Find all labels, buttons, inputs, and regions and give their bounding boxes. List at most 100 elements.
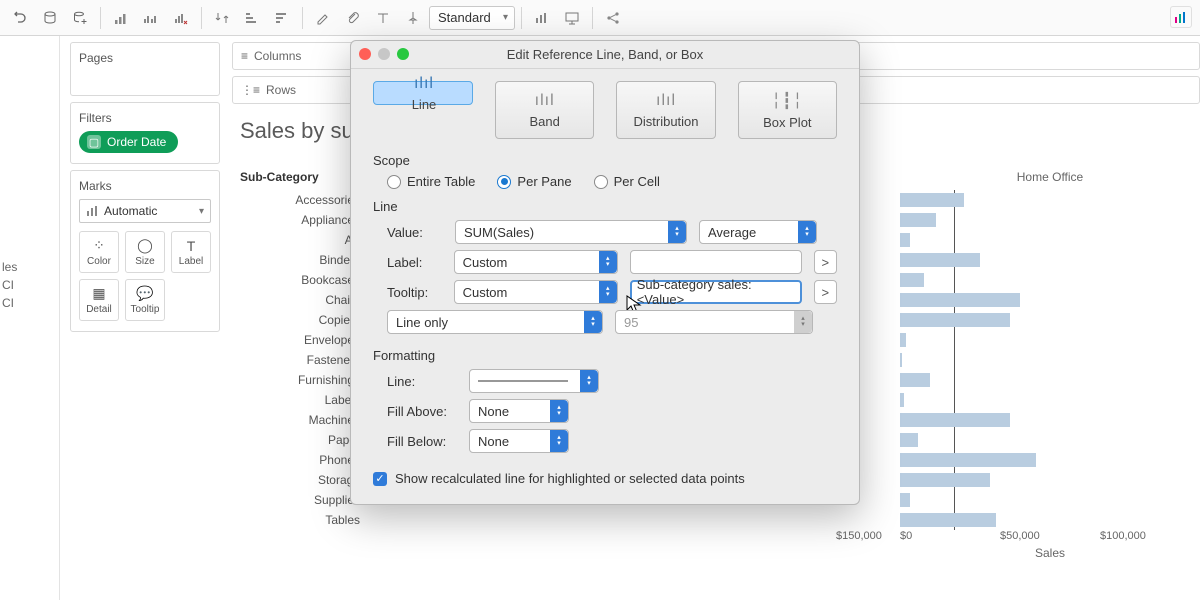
bar[interactable]	[900, 433, 918, 447]
columns-icon: ≡	[241, 49, 248, 63]
bar[interactable]	[900, 193, 964, 207]
label-text-input[interactable]	[630, 250, 802, 274]
tooltip-icon: 💬	[136, 285, 153, 302]
duplicate-sheet-icon[interactable]	[137, 5, 165, 31]
bar[interactable]	[900, 233, 910, 247]
bar[interactable]	[900, 373, 930, 387]
bar[interactable]	[900, 453, 1036, 467]
x-axis-label: Sales	[900, 546, 1200, 560]
fill-below-label: Fill Below:	[387, 434, 457, 449]
tab-band[interactable]: ılılBand	[495, 81, 594, 139]
chart-panel-home-office: Home Office $150,000 $0$50,000$100,000 S…	[900, 170, 1200, 560]
present-icon[interactable]	[558, 5, 586, 31]
bar[interactable]	[900, 393, 904, 407]
plus-icon: ▢	[87, 135, 101, 149]
highlight-icon[interactable]	[309, 5, 337, 31]
row-header: Sub-Category	[240, 170, 319, 184]
tooltip-insert-button[interactable]: >	[814, 280, 837, 304]
scope-per-pane[interactable]: Per Pane	[497, 174, 571, 189]
marks-label[interactable]: TLabel	[171, 231, 211, 273]
add-data-icon[interactable]	[66, 5, 94, 31]
tooltip-mode-select[interactable]: Custom	[454, 280, 618, 304]
recalc-label: Show recalculated line for highlighted o…	[395, 471, 745, 486]
fit-select[interactable]: Standard	[429, 6, 515, 30]
marks-color[interactable]: ⁘Color	[79, 231, 119, 273]
show-me-icon[interactable]	[528, 5, 556, 31]
bar[interactable]	[900, 293, 1020, 307]
dialog-titlebar[interactable]: Edit Reference Line, Band, or Box	[351, 41, 859, 69]
scope-entire-table[interactable]: Entire Table	[387, 174, 475, 189]
bar[interactable]	[900, 313, 1010, 327]
tab-distribution[interactable]: ılılDistribution	[616, 81, 715, 139]
tooltip-label: Tooltip:	[387, 285, 442, 300]
minimize-icon[interactable]	[378, 48, 390, 60]
fill-below-select[interactable]: None	[469, 429, 569, 453]
bar[interactable]	[900, 253, 980, 267]
sort-desc-icon[interactable]	[268, 5, 296, 31]
confidence-select: 95	[615, 310, 813, 334]
x-axis: $0$50,000$100,000	[900, 530, 1200, 542]
bar[interactable]	[900, 273, 924, 287]
bar[interactable]	[900, 413, 1010, 427]
zoom-icon[interactable]	[397, 48, 409, 60]
size-icon: ◯	[137, 237, 153, 254]
bar[interactable]	[900, 513, 996, 527]
clear-sheet-icon[interactable]	[167, 5, 195, 31]
detail-icon: ▦	[92, 285, 105, 302]
sort-asc-icon[interactable]	[238, 5, 266, 31]
edit-reference-line-dialog: Edit Reference Line, Band, or Box ılılLi…	[350, 40, 860, 505]
bar[interactable]	[900, 473, 990, 487]
marks-size[interactable]: ◯Size	[125, 231, 165, 273]
value-agg-select[interactable]: Average	[699, 220, 817, 244]
rows-label: Rows	[266, 83, 296, 97]
fill-above-select[interactable]: None	[469, 399, 569, 423]
close-icon[interactable]	[359, 48, 371, 60]
top-toolbar: Standard	[0, 0, 1200, 36]
swap-icon[interactable]	[208, 5, 236, 31]
marks-detail[interactable]: ▦Detail	[79, 279, 119, 321]
filter-pill-label: Order Date	[107, 135, 166, 149]
boxplot-tab-icon: ╎┇╎	[771, 91, 803, 111]
share-icon[interactable]	[599, 5, 627, 31]
show-me-panel-icon[interactable]	[1170, 6, 1192, 28]
value-field-select[interactable]: SUM(Sales)	[455, 220, 687, 244]
recalc-row[interactable]: ✓ Show recalculated line for highlighted…	[373, 471, 837, 486]
tooltip-text-input[interactable]: Sub-category sales:<Value>	[630, 280, 802, 304]
label-mode-select[interactable]: Custom	[454, 250, 618, 274]
pages-shelf[interactable]: Pages	[70, 42, 220, 96]
text-icon[interactable]	[369, 5, 397, 31]
filters-shelf[interactable]: Filters ▢ Order Date	[70, 102, 220, 164]
pages-title: Pages	[79, 51, 211, 65]
band-tab-icon: ılıl	[535, 92, 555, 110]
tab-boxplot[interactable]: ╎┇╎Box Plot	[738, 81, 837, 139]
data-source-icon[interactable]	[36, 5, 64, 31]
scope-per-cell[interactable]: Per Cell	[594, 174, 660, 189]
label-label: Label:	[387, 255, 442, 270]
row-labels: AccessoriesAppliancesArtBindersBookcases…	[240, 190, 360, 530]
line-only-select[interactable]: Line only	[387, 310, 603, 334]
attach-icon[interactable]	[339, 5, 367, 31]
undo-icon[interactable]	[6, 5, 34, 31]
filter-pill-order-date[interactable]: ▢ Order Date	[79, 131, 178, 153]
fmt-line-label: Line:	[387, 374, 457, 389]
marks-tooltip[interactable]: 💬Tooltip	[125, 279, 165, 321]
recalc-checkbox[interactable]: ✓	[373, 472, 387, 486]
bar[interactable]	[900, 353, 902, 367]
label-insert-button[interactable]: >	[814, 250, 837, 274]
fmt-line-select[interactable]	[469, 369, 599, 393]
scope-section-label: Scope	[373, 153, 837, 168]
marks-title: Marks	[79, 179, 211, 193]
tab-line[interactable]: ılılLine	[373, 81, 473, 105]
columns-label: Columns	[254, 49, 301, 63]
pin-icon[interactable]	[399, 5, 427, 31]
bar[interactable]	[900, 333, 906, 347]
formatting-section-label: Formatting	[373, 348, 837, 363]
distribution-tab-icon: ılıl	[656, 92, 676, 110]
marks-card: Marks Automatic ⁘Color ◯Size TLabel ▦Det…	[70, 170, 220, 332]
new-sheet-icon[interactable]	[107, 5, 135, 31]
bar[interactable]	[900, 493, 910, 507]
marks-type-select[interactable]: Automatic	[79, 199, 211, 223]
line-section-label: Line	[373, 199, 837, 214]
filters-title: Filters	[79, 111, 211, 125]
bar[interactable]	[900, 213, 936, 227]
